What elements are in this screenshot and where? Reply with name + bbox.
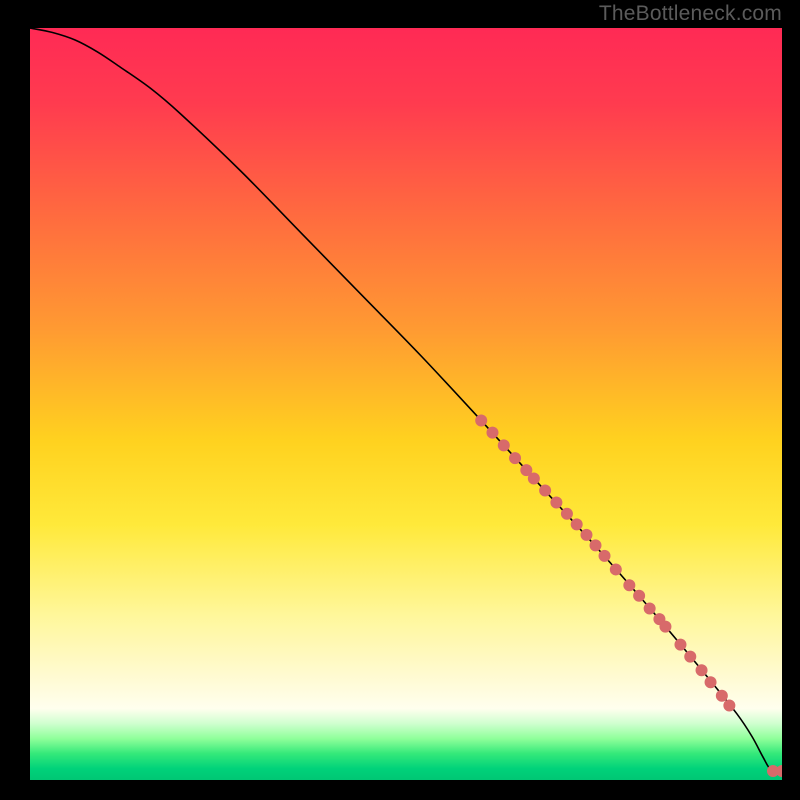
watermark-text: TheBottleneck.com [599, 2, 782, 26]
scatter-point [486, 427, 498, 439]
scatter-point [590, 539, 602, 551]
chart-stage: TheBottleneck.com [0, 0, 800, 800]
scatter-point [674, 639, 686, 651]
scatter-point [644, 603, 656, 615]
scatter-point [659, 621, 671, 633]
scatter-point [539, 484, 551, 496]
scatter-point [580, 529, 592, 541]
plot-area [30, 28, 782, 780]
scatter-point [561, 508, 573, 520]
scatter-point [528, 472, 540, 484]
scatter-point [623, 579, 635, 591]
scatter-point [723, 700, 735, 712]
main-curve [30, 28, 782, 772]
scatter-point [498, 439, 510, 451]
scatter-points [475, 415, 782, 777]
scatter-point [610, 563, 622, 575]
scatter-point [684, 651, 696, 663]
scatter-point [716, 690, 728, 702]
scatter-point [696, 664, 708, 676]
scatter-point [571, 518, 583, 530]
scatter-point [705, 676, 717, 688]
scatter-point [633, 590, 645, 602]
plot-overlay [30, 28, 782, 780]
scatter-point [509, 452, 521, 464]
scatter-point [599, 550, 611, 562]
scatter-point [550, 497, 562, 509]
scatter-point [475, 415, 487, 427]
